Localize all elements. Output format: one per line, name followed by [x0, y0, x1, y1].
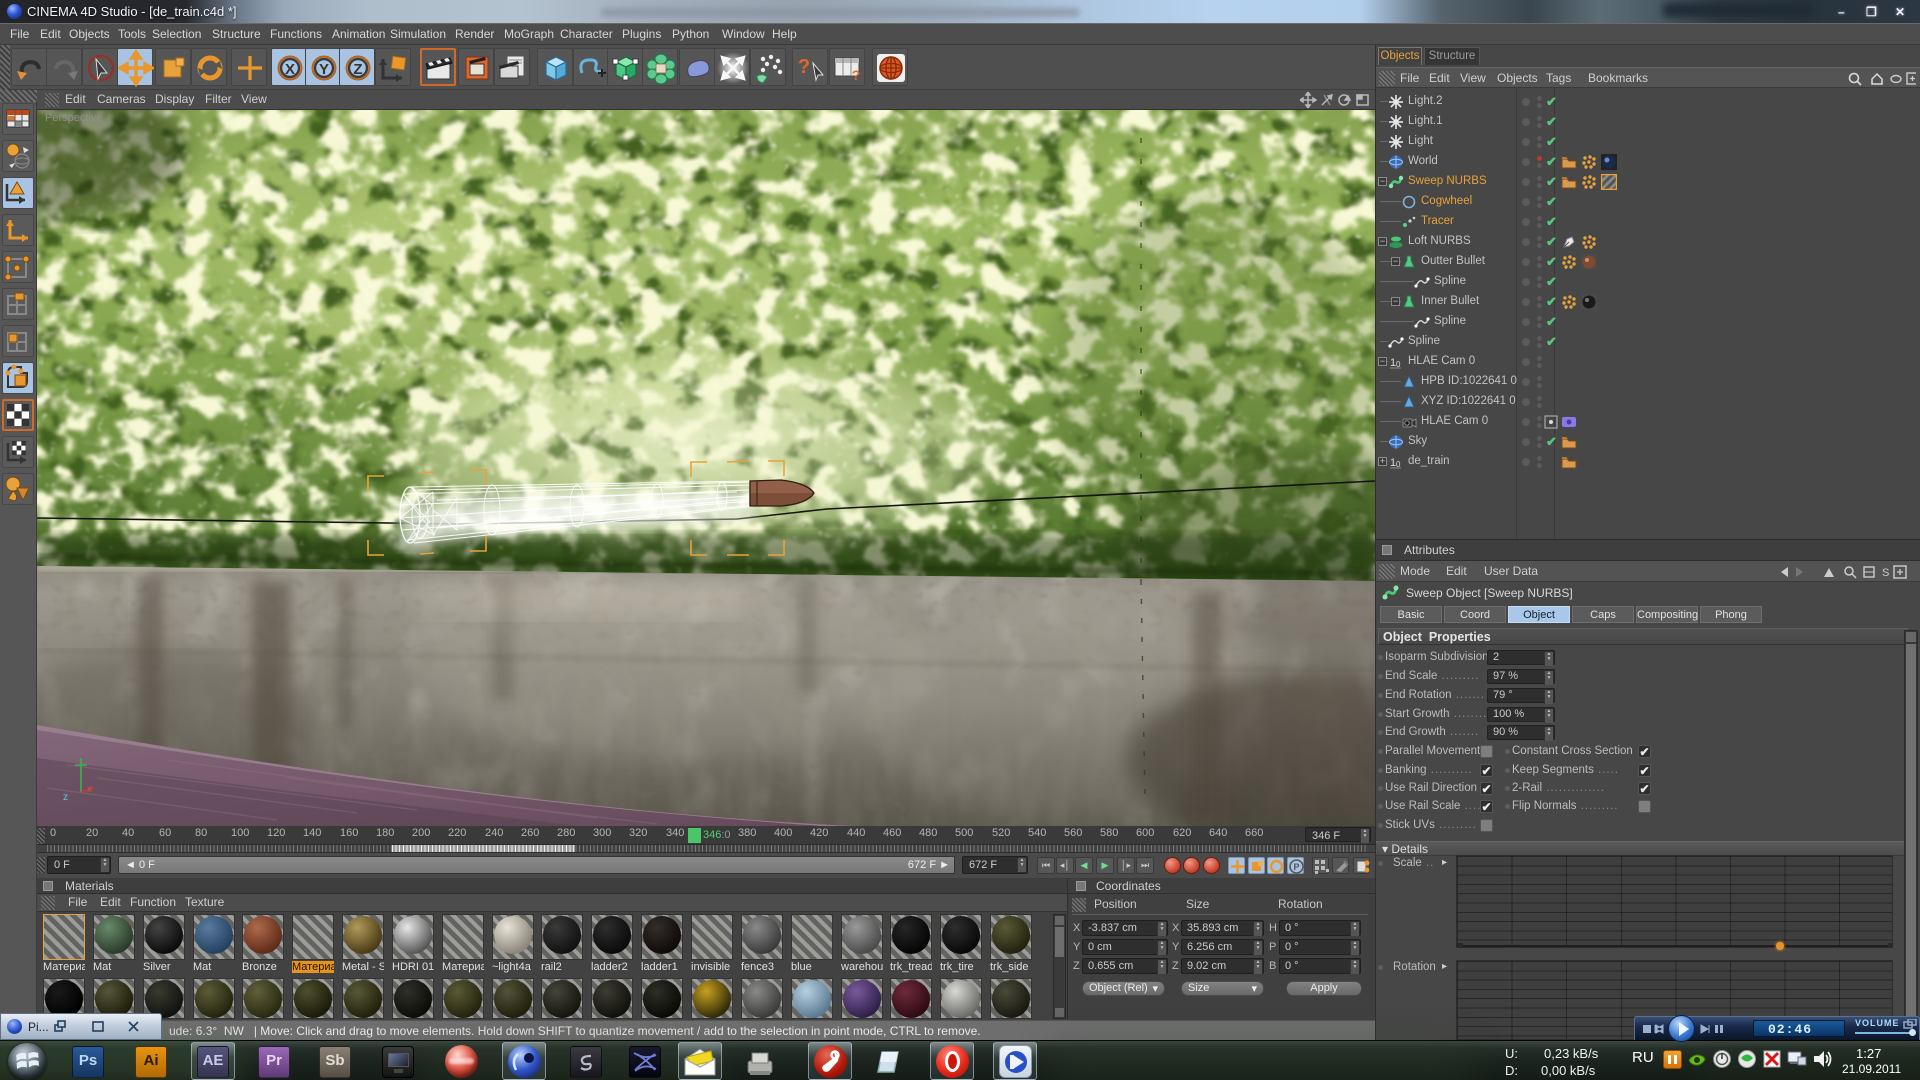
- svg-text:X: X: [285, 61, 295, 78]
- svg-text:Z: Z: [353, 61, 362, 78]
- svg-text:?: ?: [798, 56, 810, 78]
- svg-text:?: ?: [852, 67, 861, 83]
- svg-text:x: x: [87, 784, 92, 795]
- svg-text:z: z: [63, 792, 68, 803]
- svg-text:S: S: [1882, 567, 1889, 579]
- svg-text:P: P: [1293, 862, 1299, 872]
- svg-text:Y: Y: [319, 61, 329, 78]
